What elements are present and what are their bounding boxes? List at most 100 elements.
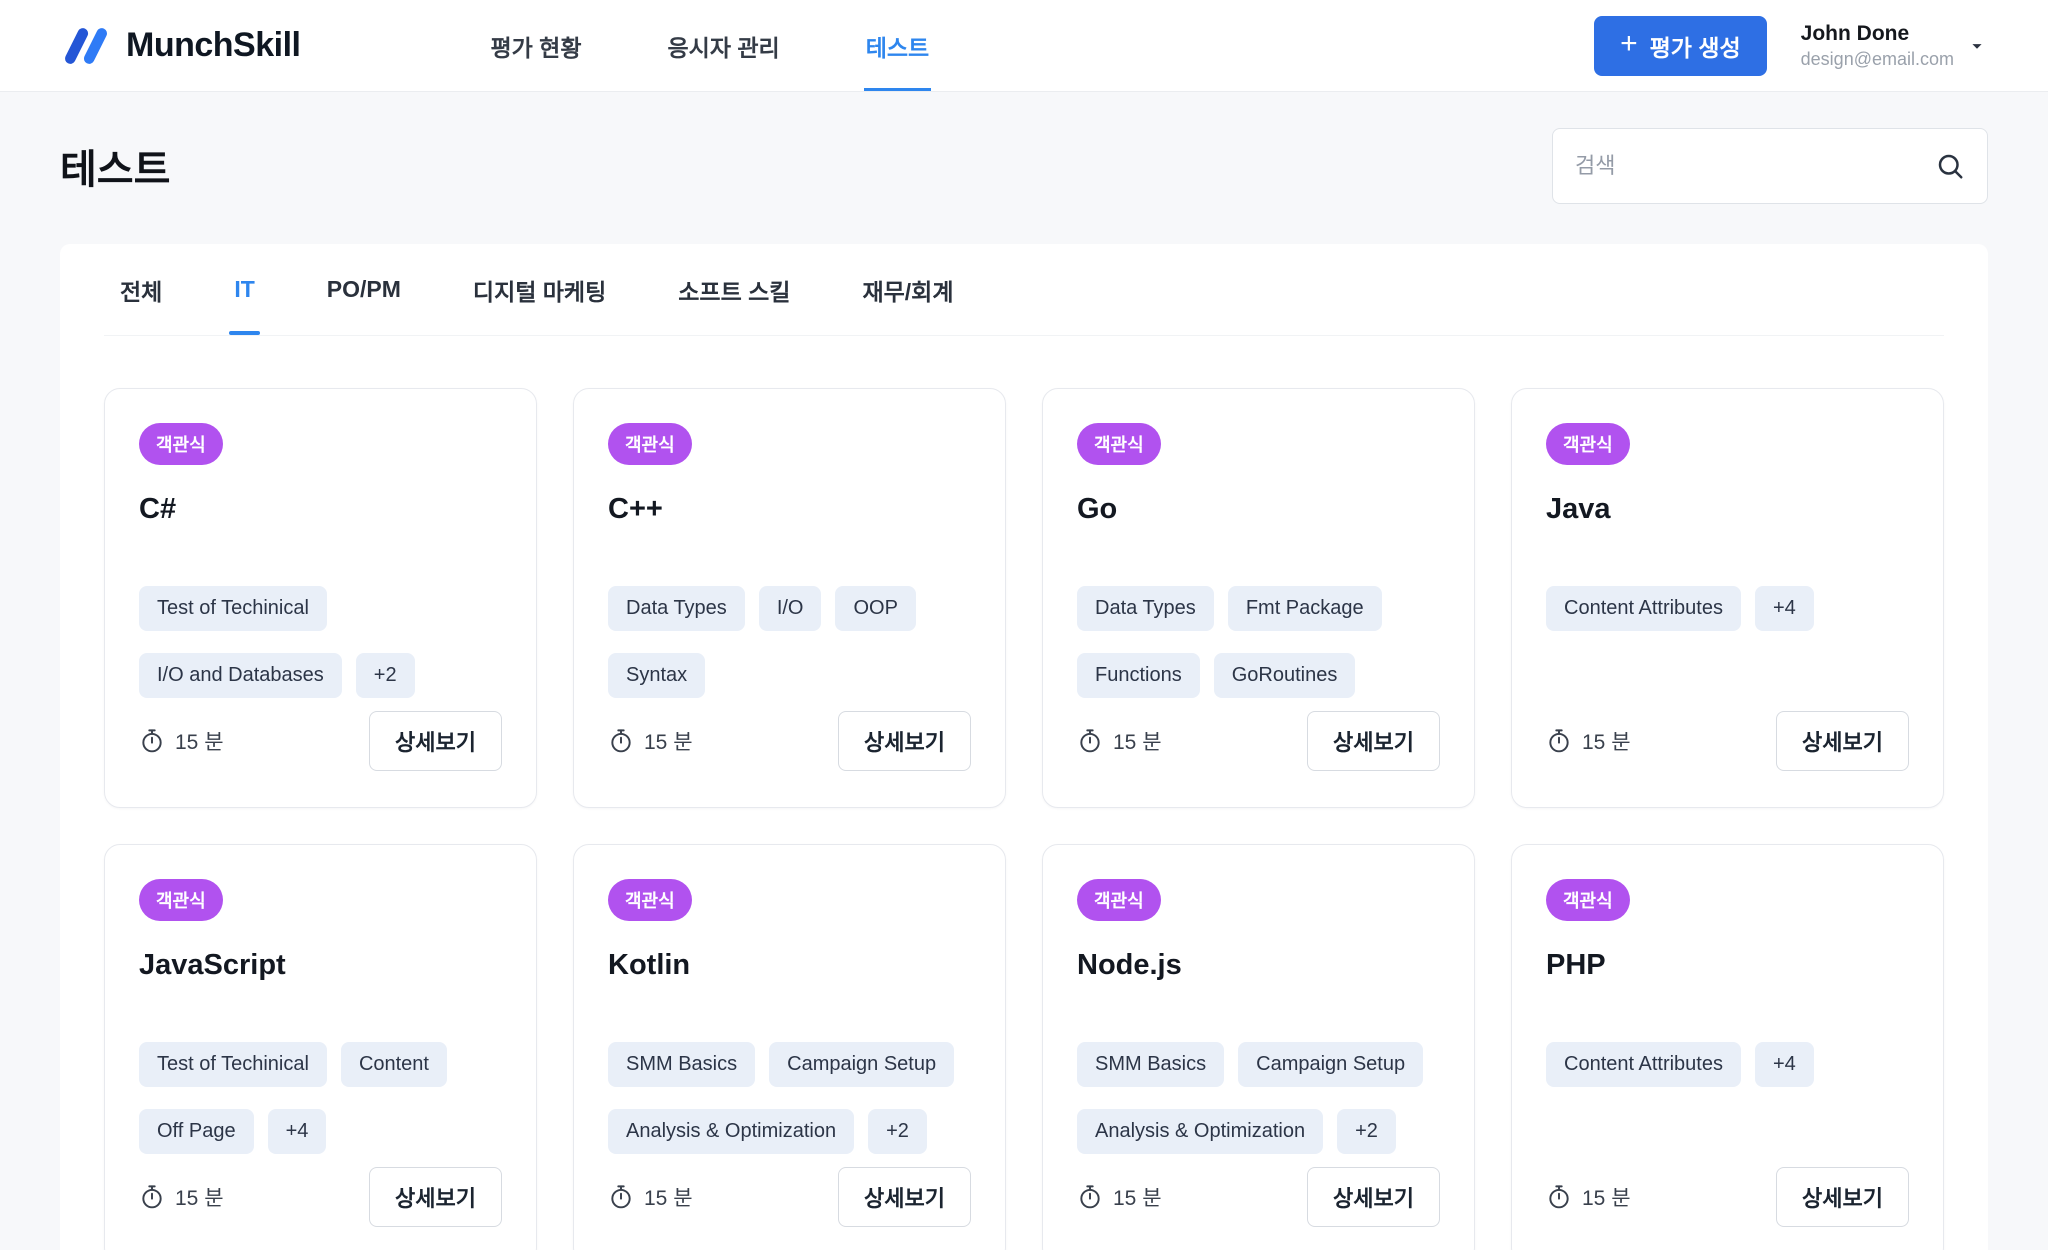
munchskill-logo-icon bbox=[60, 25, 112, 67]
tab-po-pm[interactable]: PO/PM bbox=[327, 244, 401, 335]
user-info: John Done design@email.com bbox=[1801, 22, 1954, 70]
stopwatch-icon bbox=[1077, 728, 1103, 754]
skill-tag: Data Types bbox=[1077, 586, 1214, 631]
search-input[interactable] bbox=[1575, 153, 1935, 179]
test-card-nodejs: 객관식 Node.js SMM BasicsCampaign SetupAnalys… bbox=[1042, 844, 1475, 1250]
skill-tag: +4 bbox=[1755, 586, 1814, 631]
chevron-down-icon[interactable] bbox=[1966, 35, 1988, 57]
detail-button[interactable]: 상세보기 bbox=[1776, 711, 1909, 771]
skill-tag: SMM Basics bbox=[608, 1042, 755, 1087]
card-tags: SMM BasicsCampaign SetupAnalysis & Optim… bbox=[608, 1042, 971, 1154]
card-tags: SMM BasicsCampaign SetupAnalysis & Optim… bbox=[1077, 1042, 1440, 1154]
duration-text: 15 분 bbox=[1113, 1182, 1162, 1212]
detail-button[interactable]: 상세보기 bbox=[1307, 1167, 1440, 1227]
card-type-badge: 객관식 bbox=[139, 879, 223, 921]
card-duration: 15 분 bbox=[608, 726, 693, 756]
test-card-grid: 객관식 C# Test of Techinical I/O and Databases… bbox=[104, 388, 1944, 1250]
skill-tag: Content Attributes bbox=[1546, 1042, 1741, 1087]
duration-text: 15 분 bbox=[1113, 726, 1162, 756]
card-duration: 15 분 bbox=[139, 1182, 224, 1212]
skill-tag: +2 bbox=[356, 653, 415, 698]
skill-tag: SMM Basics bbox=[1077, 1042, 1224, 1087]
brand: MunchSkill bbox=[60, 25, 300, 67]
test-card-cpp: 객관식C++Data TypesI/OOOPSyntax15 분상세보기 bbox=[573, 388, 1006, 808]
duration-text: 15 분 bbox=[175, 1182, 224, 1212]
card-title: Kotlin bbox=[608, 949, 971, 982]
card-footer: 15 분 상세보기 bbox=[139, 1167, 502, 1227]
skill-tag: Campaign Setup bbox=[769, 1042, 954, 1087]
skill-tag: Off Page bbox=[139, 1109, 254, 1154]
detail-button[interactable]: 상세보기 bbox=[838, 711, 971, 771]
test-card-kotlin: 객관식KotlinSMM BasicsCampaign SetupAnalysi… bbox=[573, 844, 1006, 1250]
detail-button[interactable]: 상세보기 bbox=[1307, 711, 1440, 771]
tab-soft-skills[interactable]: 소프트 스킬 bbox=[678, 244, 790, 335]
page-title: 테스트 bbox=[60, 137, 170, 195]
card-footer: 15 분 상세보기 bbox=[139, 711, 502, 771]
duration-text: 15 분 bbox=[644, 1182, 693, 1212]
skill-tag: Analysis & Optimization bbox=[1077, 1109, 1323, 1154]
stopwatch-icon bbox=[139, 728, 165, 754]
user-name: John Done bbox=[1801, 22, 1954, 46]
stopwatch-icon bbox=[1077, 1184, 1103, 1210]
detail-button[interactable]: 상세보기 bbox=[369, 711, 502, 771]
skill-tag: Content Attributes bbox=[1546, 586, 1741, 631]
nav-item-candidate-management[interactable]: 응시자 관리 bbox=[668, 0, 780, 91]
search-box bbox=[1552, 128, 1988, 204]
card-title: C# bbox=[139, 493, 502, 526]
card-tags: Data TypesFmt PackageFunctionsGoRoutines bbox=[1077, 586, 1440, 698]
card-type-badge: 객관식 bbox=[1077, 423, 1161, 465]
search-icon[interactable] bbox=[1935, 151, 1965, 181]
card-type-badge: 객관식 bbox=[1546, 879, 1630, 921]
card-duration: 15 분 bbox=[1077, 1182, 1162, 1212]
card-type-badge: 객관식 bbox=[1077, 879, 1161, 921]
card-title: Node.js bbox=[1077, 949, 1440, 982]
card-tags: Test of TechinicalContentOff Page+4 bbox=[139, 1042, 502, 1154]
detail-button[interactable]: 상세보기 bbox=[369, 1167, 502, 1227]
create-assessment-button[interactable]: + 평가 생성 bbox=[1594, 16, 1767, 76]
card-title: JavaScript bbox=[139, 949, 502, 982]
card-title: Go bbox=[1077, 493, 1440, 526]
tab-it[interactable]: IT bbox=[234, 244, 254, 335]
card-footer: 15 분 상세보기 bbox=[1077, 1167, 1440, 1227]
skill-tag: Functions bbox=[1077, 653, 1200, 698]
detail-button[interactable]: 상세보기 bbox=[1776, 1167, 1909, 1227]
card-duration: 15 분 bbox=[1546, 1182, 1631, 1212]
card-tags: Content Attributes +4 bbox=[1546, 586, 1909, 631]
card-title: Java bbox=[1546, 493, 1909, 526]
card-duration: 15 분 bbox=[139, 726, 224, 756]
skill-tag: I/O bbox=[759, 586, 822, 631]
user-menu[interactable]: John Done design@email.com bbox=[1801, 22, 1988, 70]
nav-item-assessment-status[interactable]: 평가 현황 bbox=[490, 0, 581, 91]
card-footer: 15 분 상세보기 bbox=[608, 711, 971, 771]
content-panel: 전체 IT PO/PM 디지털 마케팅 소프트 스킬 재무/회계 객관식 C# Test of… bbox=[60, 244, 1988, 1250]
stopwatch-icon bbox=[1546, 1184, 1572, 1210]
card-type-badge: 객관식 bbox=[608, 423, 692, 465]
card-tags: Content Attributes +4 bbox=[1546, 1042, 1909, 1087]
skill-tag: I/O and Databases bbox=[139, 653, 342, 698]
stopwatch-icon bbox=[139, 1184, 165, 1210]
card-footer: 15 분 상세보기 bbox=[1546, 711, 1909, 771]
skill-tag: Data Types bbox=[608, 586, 745, 631]
brand-name: MunchSkill bbox=[126, 26, 300, 65]
duration-text: 15 분 bbox=[1582, 1182, 1631, 1212]
tab-finance-accounting[interactable]: 재무/회계 bbox=[862, 244, 953, 335]
tab-all[interactable]: 전체 bbox=[120, 244, 162, 335]
skill-tag: +4 bbox=[1755, 1042, 1814, 1087]
card-duration: 15 분 bbox=[608, 1182, 693, 1212]
card-footer: 15 분 상세보기 bbox=[1077, 711, 1440, 771]
skill-tag: +2 bbox=[1337, 1109, 1396, 1154]
skill-tag: Syntax bbox=[608, 653, 705, 698]
skill-tag: Fmt Package bbox=[1228, 586, 1382, 631]
tab-digital-marketing[interactable]: 디지털 마케팅 bbox=[473, 244, 606, 335]
duration-text: 15 분 bbox=[644, 726, 693, 756]
card-footer: 15 분 상세보기 bbox=[608, 1167, 971, 1227]
duration-text: 15 분 bbox=[1582, 726, 1631, 756]
nav-item-tests[interactable]: 테스트 bbox=[866, 0, 929, 91]
plus-icon: + bbox=[1620, 29, 1638, 59]
skill-tag: Test of Techinical bbox=[139, 586, 327, 631]
user-email: design@email.com bbox=[1801, 49, 1954, 70]
detail-button[interactable]: 상세보기 bbox=[838, 1167, 971, 1227]
card-tags: Data TypesI/OOOPSyntax bbox=[608, 586, 971, 698]
test-card-csharp: 객관식C#Test of TechinicalI/O and Databases… bbox=[104, 388, 537, 808]
card-tags: Test of Techinical I/O and Databases +2 bbox=[139, 586, 502, 698]
